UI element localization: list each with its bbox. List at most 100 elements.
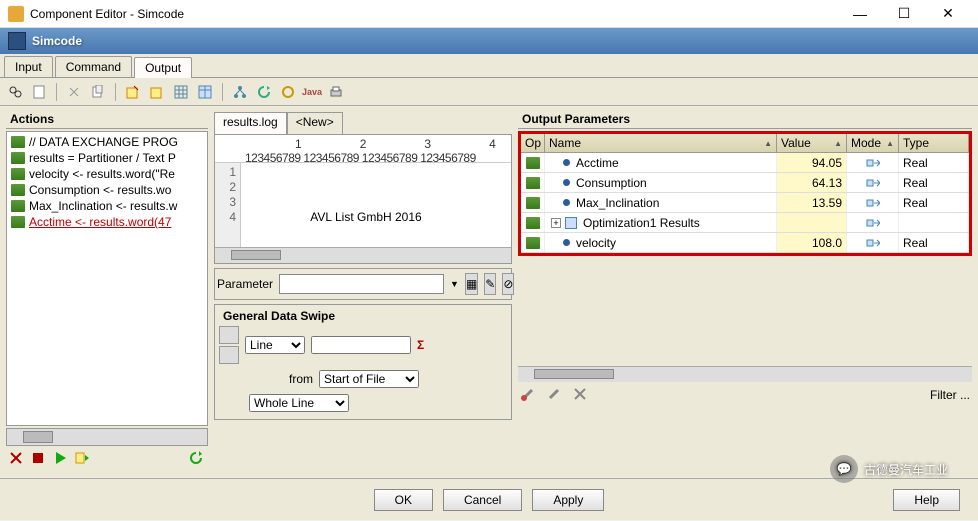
filter-link[interactable]: Filter ... (930, 388, 970, 402)
cut-icon[interactable] (65, 83, 83, 101)
mode-arrow-icon (866, 177, 880, 189)
whole-line-select[interactable]: Whole Line (249, 394, 349, 412)
output-hscroll[interactable] (518, 366, 972, 382)
main-tabstrip: Input Command Output (0, 54, 978, 78)
cycle-icon[interactable] (279, 83, 297, 101)
col-mode[interactable]: Mode▲ (847, 134, 899, 152)
param-btn-2[interactable]: ✎ (484, 273, 496, 295)
bullet-icon (563, 179, 570, 186)
book-icon (11, 216, 25, 228)
find-icon[interactable] (6, 83, 24, 101)
java-icon[interactable]: Java (303, 83, 321, 101)
col-type[interactable]: Type (899, 134, 969, 152)
param-value: 13.59 (777, 193, 847, 212)
book-icon (11, 184, 25, 196)
actions-list[interactable]: // DATA EXCHANGE PROG results = Partitio… (6, 131, 208, 426)
maximize-button[interactable]: ☐ (882, 0, 926, 28)
book-icon (11, 152, 25, 164)
wechat-icon: 💬 (830, 455, 858, 483)
tab-new[interactable]: <New> (287, 112, 343, 134)
dialog-buttons: OK Cancel Apply Help (0, 478, 978, 520)
line-select[interactable]: Line (245, 336, 305, 354)
cancel-button[interactable]: Cancel (443, 489, 522, 511)
tab-command[interactable]: Command (55, 56, 132, 77)
param-btn-3[interactable]: ⊘ (502, 273, 514, 295)
stop-icon[interactable] (30, 450, 48, 468)
swipe-up-icon[interactable] (219, 326, 239, 344)
col-value[interactable]: Value▲ (777, 134, 847, 152)
output-row[interactable]: Acctime94.05Real (521, 153, 969, 173)
param-type: Real (899, 173, 969, 192)
import-icon[interactable] (148, 83, 166, 101)
bullet-icon (563, 159, 570, 166)
play-icon[interactable] (52, 450, 70, 468)
parameter-combo[interactable] (279, 274, 444, 294)
watermark: 💬 古德曼汽车工业 (830, 455, 948, 483)
ok-button[interactable]: OK (374, 489, 433, 511)
param-name: Consumption (576, 176, 647, 190)
col-op[interactable]: Op (521, 134, 545, 152)
sigma-icon[interactable]: Σ (417, 338, 424, 352)
line-input[interactable] (311, 336, 411, 354)
output-row[interactable]: Max_Inclination13.59Real (521, 193, 969, 213)
param-type: Real (899, 233, 969, 252)
col-name[interactable]: Name▲ (545, 134, 777, 152)
action-item[interactable]: results = Partitioner / Text P (7, 150, 207, 166)
subtitle: Simcode (32, 34, 82, 48)
mode-arrow-icon (866, 217, 880, 229)
minimize-button[interactable]: — (838, 0, 882, 28)
from-select[interactable]: Start of File (319, 370, 419, 388)
simcode-icon (8, 32, 26, 50)
reload-icon[interactable] (188, 450, 206, 468)
output-row[interactable]: Consumption64.13Real (521, 173, 969, 193)
action-item[interactable]: velocity <- results.word("Re (7, 166, 207, 182)
output-row[interactable]: velocity108.0Real (521, 233, 969, 253)
table-icon[interactable] (196, 83, 214, 101)
param-value (777, 213, 847, 232)
refresh-icon[interactable] (255, 83, 273, 101)
step-icon[interactable] (74, 450, 92, 468)
toolbar: Java (0, 78, 978, 106)
titlebar: Component Editor - Simcode — ☐ ✕ (0, 0, 978, 28)
export-icon[interactable] (124, 83, 142, 101)
tool-icon-1[interactable] (520, 386, 538, 404)
param-btn-1[interactable]: ▦ (465, 273, 478, 295)
print-icon[interactable] (327, 83, 345, 101)
tab-input[interactable]: Input (4, 56, 53, 77)
mode-arrow-icon (866, 157, 880, 169)
action-item-selected[interactable]: Acctime <- results.word(47 (7, 214, 207, 230)
book-icon (526, 197, 540, 209)
tool-icon-3[interactable] (572, 386, 590, 404)
action-item[interactable]: Consumption <- results.wo (7, 182, 207, 198)
parameter-label: Parameter (217, 277, 273, 291)
action-item[interactable]: Max_Inclination <- results.w (7, 198, 207, 214)
book-icon (526, 217, 540, 229)
swipe-down-icon[interactable] (219, 346, 239, 364)
tree-icon[interactable] (231, 83, 249, 101)
apply-button[interactable]: Apply (532, 489, 604, 511)
tab-output[interactable]: Output (134, 57, 192, 78)
text-editor[interactable]: 1234 123456789 123456789 123456789 12345… (214, 134, 512, 264)
actions-hscroll[interactable] (6, 428, 208, 446)
copy-icon[interactable] (89, 83, 107, 101)
grid-icon[interactable] (172, 83, 190, 101)
book-icon (11, 200, 25, 212)
close-button[interactable]: ✕ (926, 0, 970, 28)
help-button[interactable]: Help (893, 489, 960, 511)
doc-icon[interactable] (30, 83, 48, 101)
param-name: Optimization1 Results (583, 216, 700, 230)
record-icon[interactable] (8, 450, 26, 468)
param-type: Real (899, 153, 969, 172)
expand-icon[interactable]: + (551, 218, 561, 228)
output-row[interactable]: + Optimization1 Results (521, 213, 969, 233)
tool-icon-2[interactable] (546, 386, 564, 404)
editor-content[interactable]: AVL List GmbH 2016 (241, 163, 511, 247)
param-value: 108.0 (777, 233, 847, 252)
output-title: Output Parameters (518, 112, 972, 129)
param-value: 94.05 (777, 153, 847, 172)
action-item[interactable]: // DATA EXCHANGE PROG (7, 134, 207, 150)
editor-hscroll[interactable] (215, 247, 511, 263)
param-name: Max_Inclination (576, 196, 659, 210)
tab-results-log[interactable]: results.log (214, 112, 287, 134)
line-gutter: 1234 (215, 163, 241, 247)
